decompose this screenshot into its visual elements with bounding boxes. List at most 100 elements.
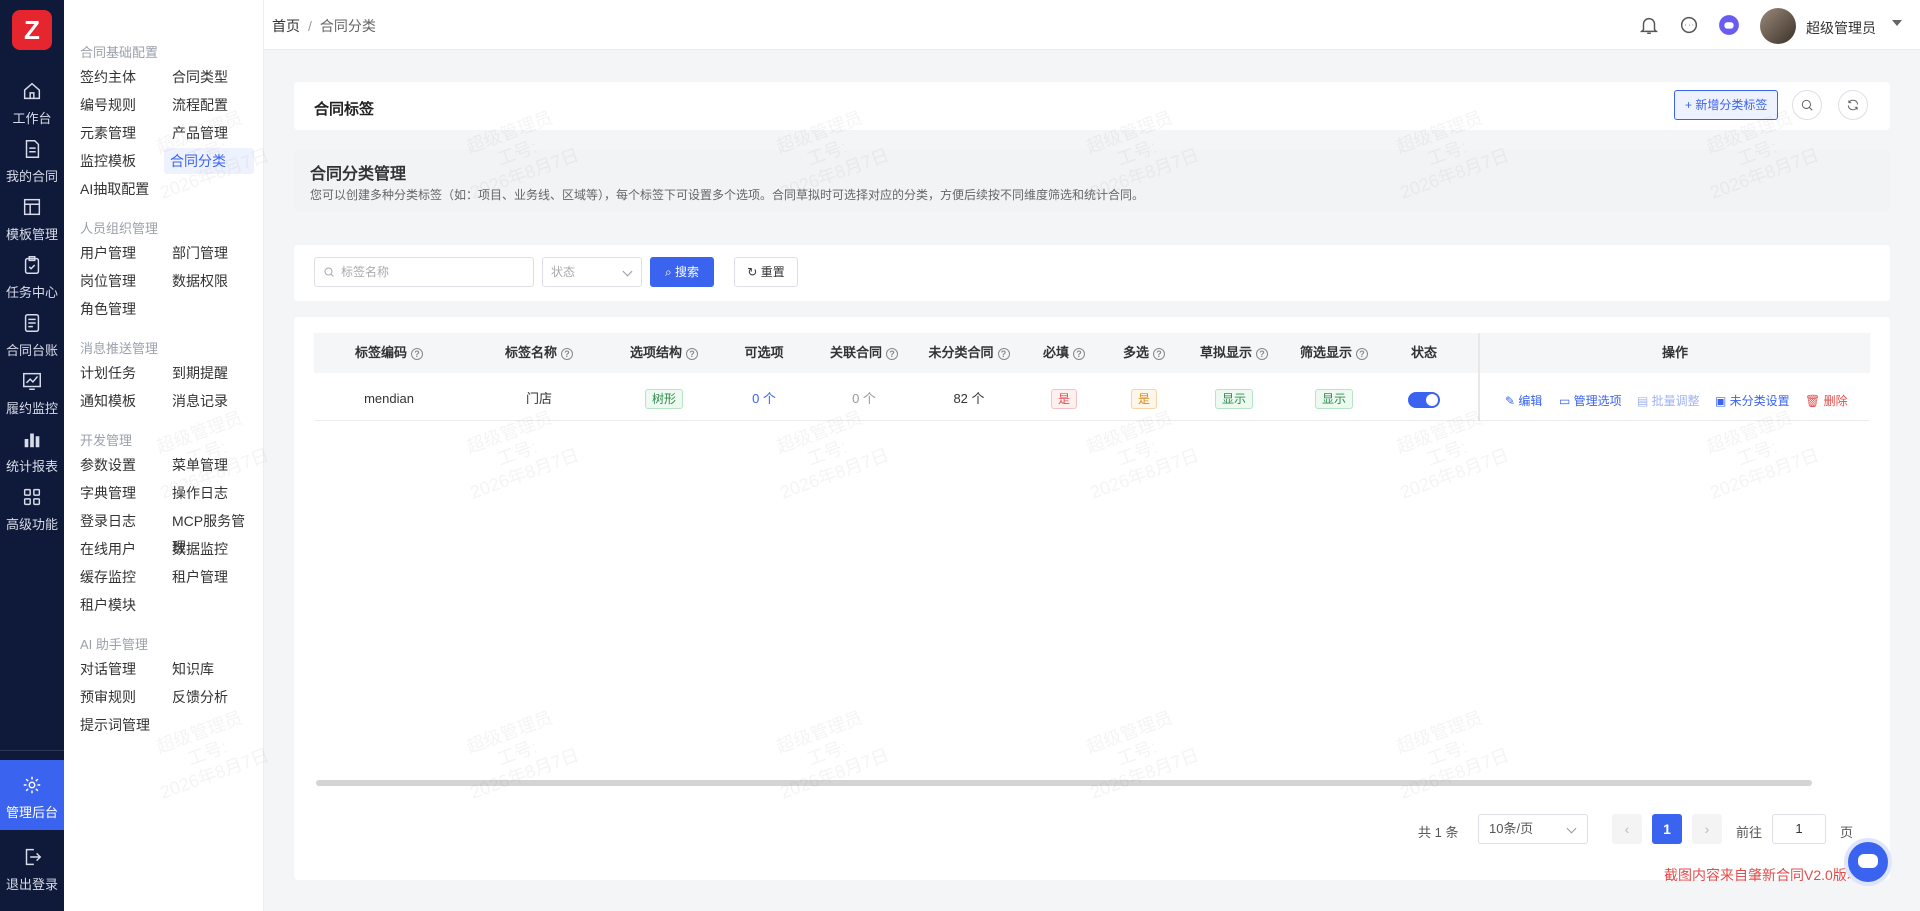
submenu-item[interactable]: 签约主体 [74,64,142,90]
cell-filter-show: 显示 [1284,378,1384,420]
cell-code: mendian [364,391,414,406]
submenu-item[interactable]: 字典管理 [74,480,142,506]
submenu-item[interactable]: 在线用户 [74,536,142,562]
delete-action[interactable]: 🗑 删除 [1805,392,1848,409]
help-icon: ? [886,347,898,360]
submenu-item[interactable]: 合同类型 [166,64,234,90]
submenu-item[interactable]: 监控模板 [74,148,142,174]
row-divider [314,420,1870,421]
help-icon: ? [1073,347,1085,360]
search-icon [1801,99,1813,111]
next-page-button[interactable]: › [1692,814,1722,844]
submenu-item[interactable]: 编号规则 [74,92,142,118]
status-placeholder: 状态 [551,265,576,279]
submenu-item[interactable]: 消息记录 [166,388,234,414]
reset-button[interactable]: ↻ 重置 [734,257,798,287]
goto-prefix: 前往 [1736,825,1763,840]
tag-name-input[interactable]: 标签名称 [314,257,534,287]
ai-robot-icon[interactable] [1844,838,1892,886]
status-select[interactable]: 状态 [542,257,642,287]
column-header: 必填? [1024,333,1104,373]
refresh-button[interactable] [1838,90,1868,120]
batch-adjust-action[interactable]: ▤ 批量调整 [1637,392,1700,409]
search-toggle-button[interactable] [1792,90,1822,120]
prev-page-button[interactable]: ‹ [1612,814,1642,844]
status-toggle[interactable] [1408,391,1440,408]
submenu-group-title: 开发管理 [80,433,133,448]
rail-item-admin[interactable]: 管理后台 [0,760,64,830]
page-title: 合同标签 [314,101,375,118]
home-icon [21,80,43,102]
app-logo: Z [12,10,52,50]
submenu-item[interactable]: 菜单管理 [166,452,234,478]
help-icon: ? [411,347,423,360]
cell-multiple: 是 [1104,378,1184,420]
column-header: 状态 [1410,345,1437,360]
chevron-down-icon [622,266,633,277]
submenu-item[interactable]: 角色管理 [74,296,142,322]
chat-icon[interactable] [1678,14,1700,36]
info-text: 您可以创建多种分类标签（如：项目、业务线、区域等），每个标签下可设置多个选项。合… [310,188,1145,202]
column-header: 草拟显示? [1184,333,1284,373]
column-header: 关联合同? [814,333,914,373]
submenu-item[interactable]: 岗位管理 [74,268,142,294]
submenu-item[interactable]: 租户管理 [166,564,234,590]
help-icon: ? [1256,347,1268,360]
page-number-active[interactable]: 1 [1652,814,1682,844]
submenu-item[interactable]: 流程配置 [166,92,234,118]
reset-button-label: 重置 [760,265,785,279]
submenu-item[interactable]: 操作日志 [166,480,234,506]
username[interactable]: 超级管理员 [1806,18,1876,38]
filter-show-tag: 显示 [1314,389,1353,409]
submenu-item[interactable]: MCP服务管理 [166,508,263,555]
rail-item-logout[interactable]: 退出登录 [0,832,64,902]
column-header: 选项结构? [614,333,714,373]
submenu-item[interactable]: 提示词管理 [74,712,156,738]
bar-chart-icon [21,428,43,450]
bell-icon[interactable] [1638,14,1660,36]
submenu-item[interactable]: 反馈分析 [166,684,234,710]
cell-options-link[interactable]: 0 个 [714,378,814,420]
avatar[interactable] [1760,8,1796,44]
search-button[interactable]: ⌕ 搜索 [650,257,714,287]
submenu-item[interactable]: 部门管理 [166,240,234,266]
ai-assistant-icon[interactable] [1718,14,1740,36]
submenu-item[interactable]: 知识库 [166,656,220,682]
column-header: 筛选显示? [1284,333,1384,373]
submenu-item[interactable]: 预审规则 [74,684,142,710]
breadcrumb-home[interactable]: 首页 [272,18,300,34]
submenu-item[interactable]: 租户模块 [74,592,142,618]
submenu-item[interactable]: 登录日志 [74,508,142,534]
rail-item-advanced[interactable]: 高级功能 [0,472,64,542]
submenu-item[interactable]: 对话管理 [74,656,142,682]
horizontal-scrollbar[interactable] [316,780,1812,786]
submenu-item[interactable]: 用户管理 [74,240,142,266]
submenu-item[interactable]: AI抽取配置 [74,176,155,202]
submenu-item[interactable]: 通知模板 [74,388,142,414]
chevron-down-icon[interactable] [1892,20,1902,26]
submenu-item[interactable]: 到期提醒 [166,360,234,386]
submenu-item[interactable]: 产品管理 [166,120,234,146]
column-header: 操作 [1661,345,1688,360]
submenu-group-title: 合同基础配置 [80,45,159,60]
required-tag: 是 [1050,389,1077,409]
template-icon [21,196,43,218]
submenu-item-active[interactable]: 合同分类 [164,148,254,174]
submenu-item[interactable]: 计划任务 [74,360,142,386]
ledger-icon [21,312,43,334]
submenu-item[interactable]: 元素管理 [74,120,142,146]
add-category-tag-button[interactable]: + 新增分类标签 [1674,90,1779,120]
manage-options-action[interactable]: ▭ 管理选项 [1559,392,1622,409]
submenu-group-title: 消息推送管理 [80,341,159,356]
submenu-item[interactable]: 参数设置 [74,452,142,478]
footer-note: 截图内容来自肇新合同V2.0版本 [1664,867,1861,883]
unclassified-settings-action[interactable]: ▣ 未分类设置 [1715,392,1790,409]
edit-action[interactable]: ✎ 编辑 [1505,392,1542,409]
admin-submenu: 合同基础配置 签约主体 合同类型 编号规则 流程配置 元素管理 产品管理 监控模… [64,0,264,911]
goto-page-input[interactable]: 1 [1772,814,1826,844]
info-banner: 合同分类管理 您可以创建多种分类标签（如：项目、业务线、区域等），每个标签下可设… [294,150,1890,212]
page-size-select[interactable]: 10条/页 [1478,814,1588,844]
submenu-item[interactable]: 数据监控 [166,536,234,562]
submenu-item[interactable]: 缓存监控 [74,564,142,590]
submenu-item[interactable]: 数据权限 [166,268,234,294]
